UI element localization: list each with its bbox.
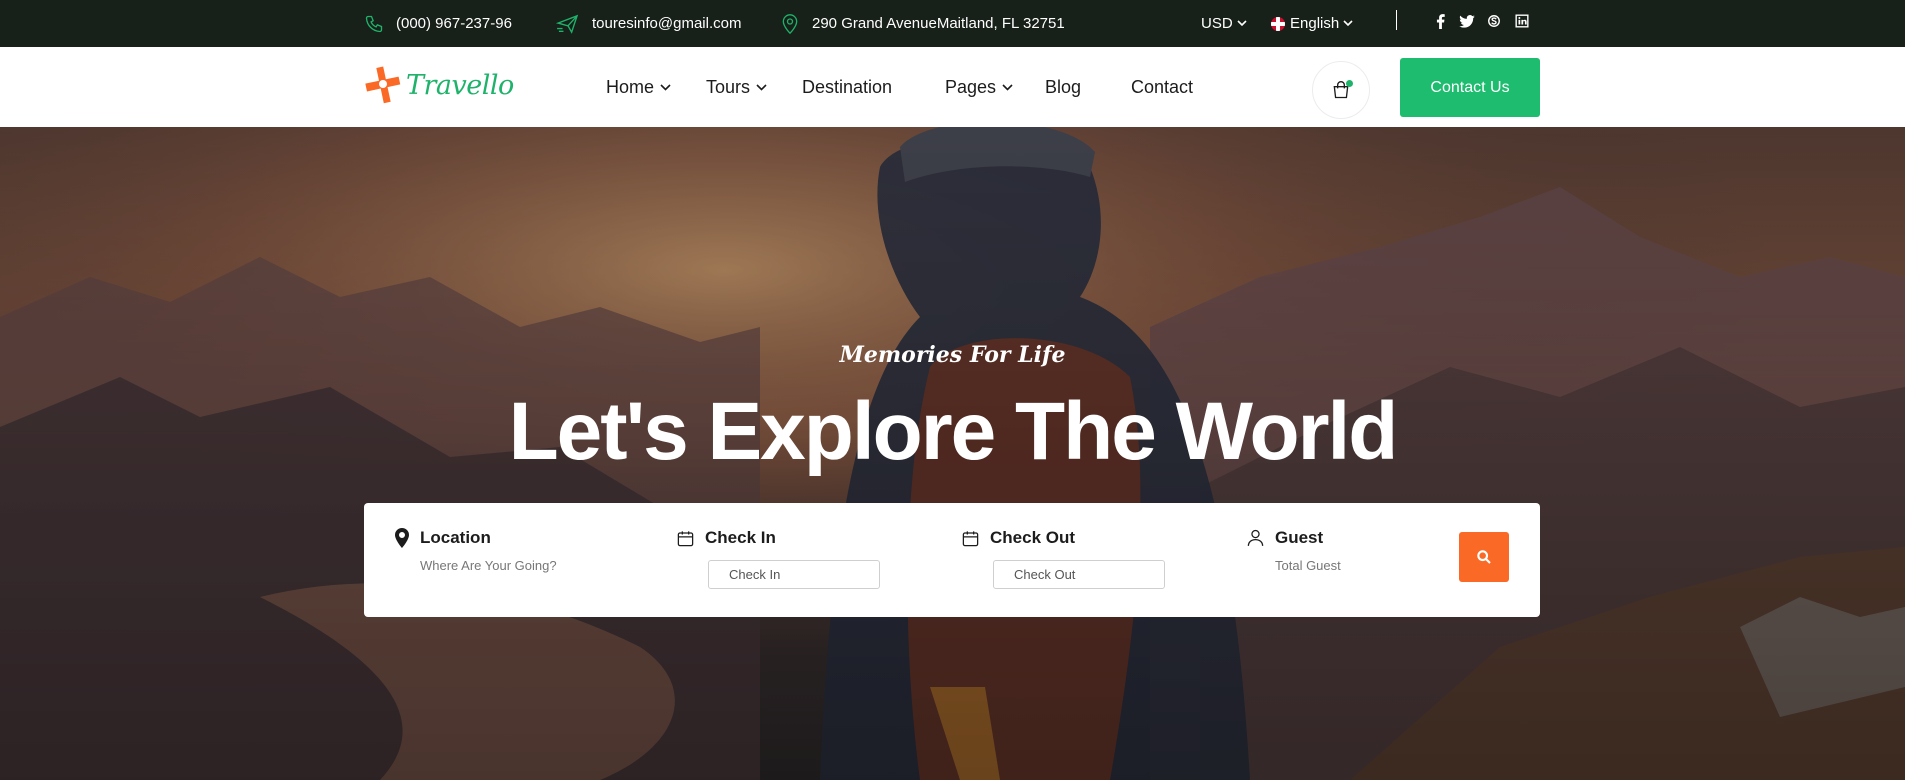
booking-search-panel: Location Where Are Your Going? Check In …: [364, 503, 1540, 617]
checkin-label: Check In: [705, 528, 776, 547]
language-value: English: [1290, 15, 1340, 32]
hero-headline: Let's Explore The World: [508, 386, 1399, 477]
currency-value: USD: [1201, 15, 1233, 32]
paper-plane-icon: [556, 14, 579, 34]
nav-blog[interactable]: Blog: [1045, 47, 1081, 127]
nav-pages-label: Pages: [945, 76, 997, 97]
topbar-phone[interactable]: (000) 967-237-96: [364, 0, 512, 47]
topbar-email[interactable]: touresinfo@gmail.com: [556, 0, 741, 47]
checkout-input[interactable]: [993, 560, 1165, 589]
phone-number: (000) 967-237-96: [396, 15, 512, 32]
location-field[interactable]: Location Where Are Your Going?: [394, 528, 557, 573]
contact-us-button[interactable]: Contact Us: [1400, 58, 1540, 117]
topbar-divider: [1396, 10, 1397, 30]
search-button[interactable]: [1459, 532, 1509, 582]
guest-label: Guest: [1275, 528, 1324, 547]
checkin-field: Check In: [676, 528, 880, 589]
phone-icon: [365, 15, 383, 32]
skype-icon[interactable]: [1486, 13, 1502, 29]
chevron-down-icon: [1237, 20, 1247, 27]
language-dropdown[interactable]: English: [1271, 0, 1365, 47]
plus-heart-logo-icon: [365, 66, 401, 104]
twitter-icon[interactable]: [1459, 13, 1475, 29]
cart-button[interactable]: [1312, 61, 1370, 119]
nav-home-label: Home: [606, 76, 655, 97]
email-address: touresinfo@gmail.com: [592, 15, 742, 32]
logo[interactable]: Travello: [364, 65, 514, 105]
location-pin-icon: [395, 528, 409, 548]
chevron-down-icon: [1343, 20, 1353, 27]
chevron-down-icon: [1002, 83, 1013, 91]
calendar-icon: [677, 530, 694, 546]
nav-tours-label: Tours: [706, 76, 751, 97]
hero-section: Memories For Life Let's Explore The Worl…: [0, 127, 1905, 780]
guest-placeholder: Total Guest: [1275, 558, 1341, 573]
chevron-down-icon: [660, 83, 671, 91]
calendar-icon: [962, 530, 979, 546]
nav-contact-label: Contact: [1131, 76, 1194, 97]
logo-text: Travello: [406, 69, 514, 101]
nav-home[interactable]: Home: [606, 47, 671, 127]
chevron-down-icon: [756, 83, 767, 91]
hero-tagline: Memories For Life: [839, 342, 1066, 368]
location-label: Location: [420, 528, 491, 547]
nav-destination[interactable]: Destination: [802, 47, 892, 127]
checkin-input[interactable]: [708, 560, 880, 589]
nav-blog-label: Blog: [1045, 76, 1082, 97]
nav-pages[interactable]: Pages: [945, 47, 1013, 127]
checkout-label: Check Out: [990, 528, 1076, 547]
search-icon: [1477, 550, 1491, 564]
nav-contact[interactable]: Contact: [1131, 47, 1193, 127]
checkout-field: Check Out: [961, 528, 1165, 589]
cart-badge-dot: [1346, 80, 1353, 87]
top-bar: (000) 967-237-96 touresinfo@gmail.com 29…: [0, 0, 1905, 47]
map-pin-icon: [782, 13, 798, 34]
topbar-address[interactable]: 290 Grand AvenueMaitland, FL 32751: [780, 0, 1065, 47]
location-placeholder: Where Are Your Going?: [420, 558, 557, 573]
address-text: 290 Grand AvenueMaitland, FL 32751: [812, 15, 1065, 32]
uk-flag-icon: [1271, 16, 1285, 31]
nav-tours[interactable]: Tours: [706, 47, 767, 127]
main-header: Travello Home Tours Destination Pages Bl…: [0, 47, 1905, 127]
linkedin-icon[interactable]: [1514, 13, 1530, 29]
currency-dropdown[interactable]: USD: [1201, 0, 1259, 47]
guest-field[interactable]: Guest Total Guest: [1246, 528, 1341, 573]
facebook-icon[interactable]: [1432, 13, 1448, 29]
nav-destination-label: Destination: [802, 76, 893, 97]
user-icon: [1247, 529, 1264, 546]
